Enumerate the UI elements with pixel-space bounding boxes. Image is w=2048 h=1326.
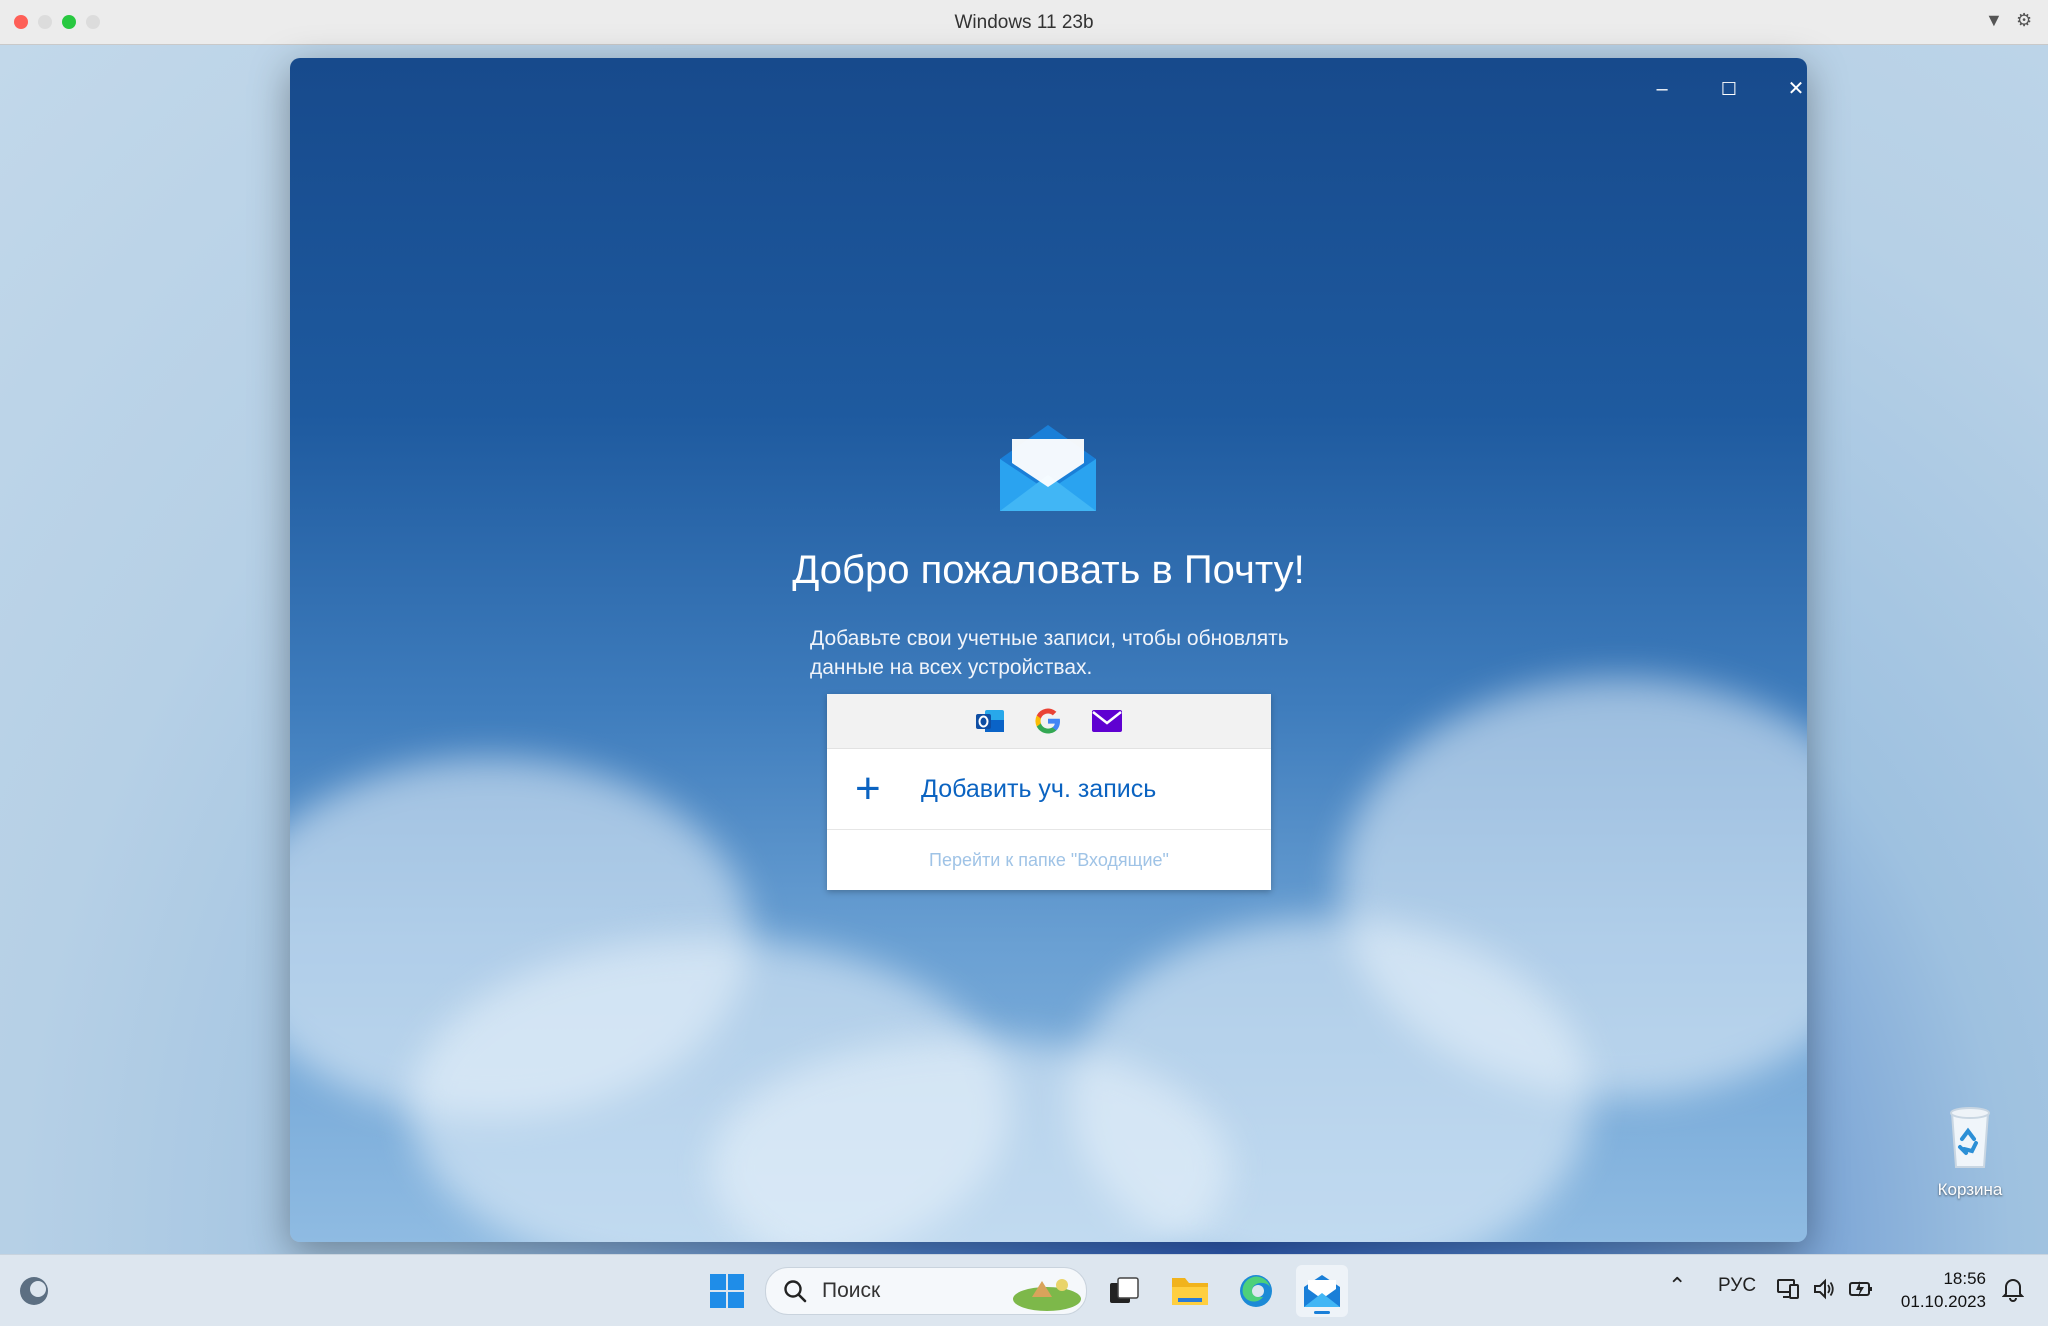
- taskbar-search-box[interactable]: Поиск: [765, 1267, 1087, 1315]
- edge-icon: [1240, 1275, 1272, 1307]
- close-button[interactable]: ✕: [1772, 72, 1807, 106]
- account-card: + Добавить уч. запись Перейти к папке "В…: [827, 694, 1271, 890]
- provider-icons: [827, 694, 1271, 749]
- start-button[interactable]: [701, 1265, 753, 1317]
- battery-icon[interactable]: [1848, 1277, 1874, 1301]
- mail-icon: [1304, 1275, 1340, 1307]
- outlook-icon: [976, 710, 1004, 732]
- language-indicator[interactable]: РУС: [1718, 1275, 1756, 1297]
- taskbar: Поиск ⌃ РУС 18:56 01.10.2023: [0, 1254, 2048, 1326]
- welcome-title: Добро пожаловать в Почту!: [792, 548, 1305, 592]
- windows-start-icon: [710, 1274, 744, 1308]
- notification-bell-icon[interactable]: [2002, 1276, 2024, 1302]
- welcome-subtitle-line1: Добавьте свои учетные записи, чтобы обно…: [810, 627, 1289, 650]
- add-account-label: Добавить уч. запись: [921, 774, 1157, 803]
- host-title-bar: Windows 11 23b ▼ ⚙: [0, 0, 2048, 45]
- welcome-subtitle-line2: данные на всех устройствах.: [810, 656, 1093, 679]
- file-explorer-icon: [1172, 1278, 1208, 1305]
- task-view-button[interactable]: [1098, 1265, 1150, 1317]
- active-indicator: [1314, 1311, 1330, 1314]
- search-placeholder: Поиск: [822, 1279, 881, 1302]
- minimize-button[interactable]: –: [1638, 72, 1686, 106]
- mail-envelope-icon: [1000, 425, 1096, 511]
- plus-icon: +: [855, 764, 881, 813]
- recycle-bin-icon: [1950, 1107, 1990, 1168]
- google-icon: [1035, 708, 1060, 734]
- task-view-icon: [1110, 1277, 1139, 1303]
- recycle-bin[interactable]: Корзина: [1920, 1105, 2020, 1200]
- clock-time: 18:56: [1943, 1269, 1986, 1288]
- mail-taskbar-button[interactable]: [1296, 1265, 1348, 1317]
- gear-icon[interactable]: ⚙: [2016, 10, 2032, 31]
- network-icon[interactable]: [1776, 1277, 1800, 1301]
- recycle-bin-label: Корзина: [1937, 1180, 2003, 1199]
- search-highlight-icon: [1013, 1279, 1081, 1311]
- widgets-button[interactable]: [8, 1265, 60, 1317]
- chevron-up-icon[interactable]: ⌃: [1668, 1273, 1686, 1299]
- mail-window: – ☐ ✕ Добро пожаловать в Почту! Добавьте…: [290, 58, 1807, 1242]
- widgets-icon: [20, 1277, 48, 1305]
- welcome-subtitle: Добавьте свои учетные записи, чтобы обно…: [810, 624, 1310, 682]
- system-clock[interactable]: 18:56 01.10.2023: [1886, 1267, 1986, 1313]
- file-explorer-button[interactable]: [1164, 1265, 1216, 1317]
- clock-date: 01.10.2023: [1900, 1292, 1986, 1311]
- maximize-button[interactable]: ☐: [1705, 72, 1753, 106]
- search-icon: [784, 1280, 807, 1303]
- volume-icon[interactable]: [1812, 1277, 1836, 1301]
- yahoo-mail-icon: [1092, 710, 1122, 732]
- go-to-inbox-link[interactable]: Перейти к папке "Входящие": [827, 830, 1271, 890]
- edge-button[interactable]: [1230, 1265, 1282, 1317]
- dropdown-icon[interactable]: ▼: [1985, 10, 2003, 31]
- add-account-button[interactable]: + Добавить уч. запись: [827, 749, 1271, 830]
- host-window-title: Windows 11 23b: [954, 12, 1094, 33]
